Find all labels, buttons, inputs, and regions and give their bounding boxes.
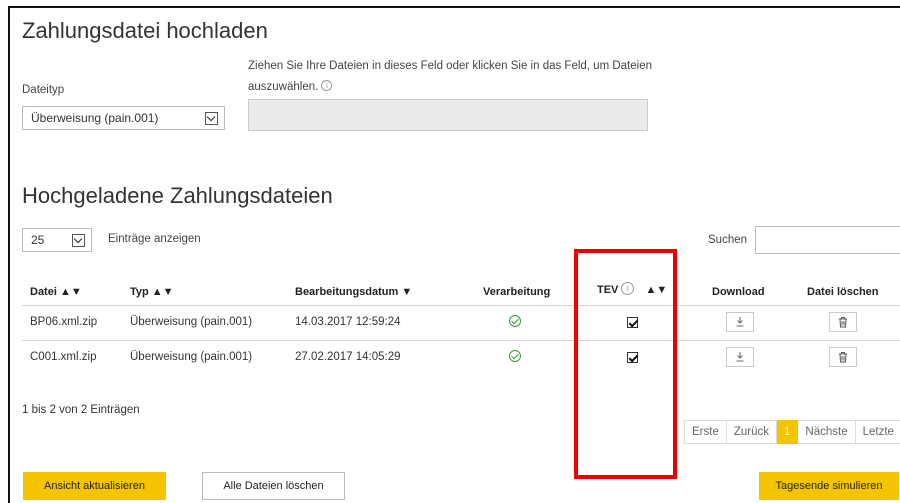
download-icon: [736, 352, 744, 362]
entries-summary: 1 bis 2 von 2 Einträgen: [22, 404, 140, 416]
refresh-view-button[interactable]: Ansicht aktualisieren: [23, 472, 166, 500]
delete-button[interactable]: [829, 312, 857, 332]
search-label: Suchen: [708, 234, 748, 246]
pagination-next[interactable]: Nächste: [798, 420, 856, 444]
pagination-first[interactable]: Erste: [684, 420, 727, 444]
upload-title: Zahlungsdatei hochladen: [22, 18, 268, 43]
pagination-last[interactable]: Letzte: [855, 420, 900, 444]
trash-icon: [839, 352, 847, 363]
row1-typ: Überweisung (pain.001): [130, 316, 253, 328]
drop-hint-line2-wrap: auszuwählen. i: [248, 80, 333, 93]
col-download: Download: [712, 286, 765, 298]
header-divider: [22, 305, 900, 306]
drop-hint-line1: Ziehen Sie Ihre Dateien in dieses Feld o…: [248, 60, 652, 72]
col-datei-loeschen: Datei löschen: [807, 286, 879, 298]
col-bearbeitungsdatum[interactable]: Bearbeitungsdatum ▼: [295, 286, 412, 298]
page-size-select[interactable]: 25: [22, 228, 92, 252]
row2-datum: 27.02.2017 14:05:29: [295, 351, 401, 363]
col-typ[interactable]: Typ ▲▼: [130, 286, 174, 298]
col-verarbeitung: Verarbeitung: [483, 286, 551, 298]
simulate-end-of-day-button[interactable]: Tagesende simulieren: [759, 472, 899, 500]
entries-label: Einträge anzeigen: [108, 233, 201, 245]
chevron-down-icon: [205, 111, 218, 125]
download-button[interactable]: [726, 312, 754, 332]
drop-hint-line2: auszuwählen.: [248, 81, 319, 93]
page-size-value: 25: [31, 233, 45, 247]
info-icon[interactable]: i: [321, 80, 333, 91]
trash-icon: [839, 317, 847, 328]
row2-typ: Überweisung (pain.001): [130, 351, 253, 363]
search-input[interactable]: [755, 226, 900, 254]
chevron-down-icon: [72, 233, 85, 247]
check-circle-icon: [509, 315, 521, 327]
pagination: Erste Zurück 1 Nächste Letzte: [684, 420, 900, 444]
dateityp-value: Überweisung (pain.001): [31, 111, 159, 125]
row-divider: [22, 340, 900, 341]
pagination-page-1[interactable]: 1: [777, 420, 799, 444]
download-icon: [736, 317, 744, 327]
file-dropzone[interactable]: [248, 99, 648, 131]
delete-button[interactable]: [829, 347, 857, 367]
dateityp-label: Dateityp: [22, 84, 65, 96]
pagination-prev[interactable]: Zurück: [726, 420, 777, 444]
row1-datei: BP06.xml.zip: [30, 316, 98, 328]
col-datei[interactable]: Datei ▲▼: [30, 286, 82, 298]
delete-all-files-button[interactable]: Alle Dateien löschen: [202, 472, 345, 500]
tev-highlight-box: [574, 249, 677, 479]
row2-datei: C001.xml.zip: [30, 351, 97, 363]
dateityp-select[interactable]: Überweisung (pain.001): [22, 106, 225, 130]
check-circle-icon: [509, 350, 521, 362]
download-button[interactable]: [726, 347, 754, 367]
row1-datum: 14.03.2017 12:59:24: [295, 316, 401, 328]
uploaded-title: Hochgeladene Zahlungsdateien: [22, 183, 333, 208]
